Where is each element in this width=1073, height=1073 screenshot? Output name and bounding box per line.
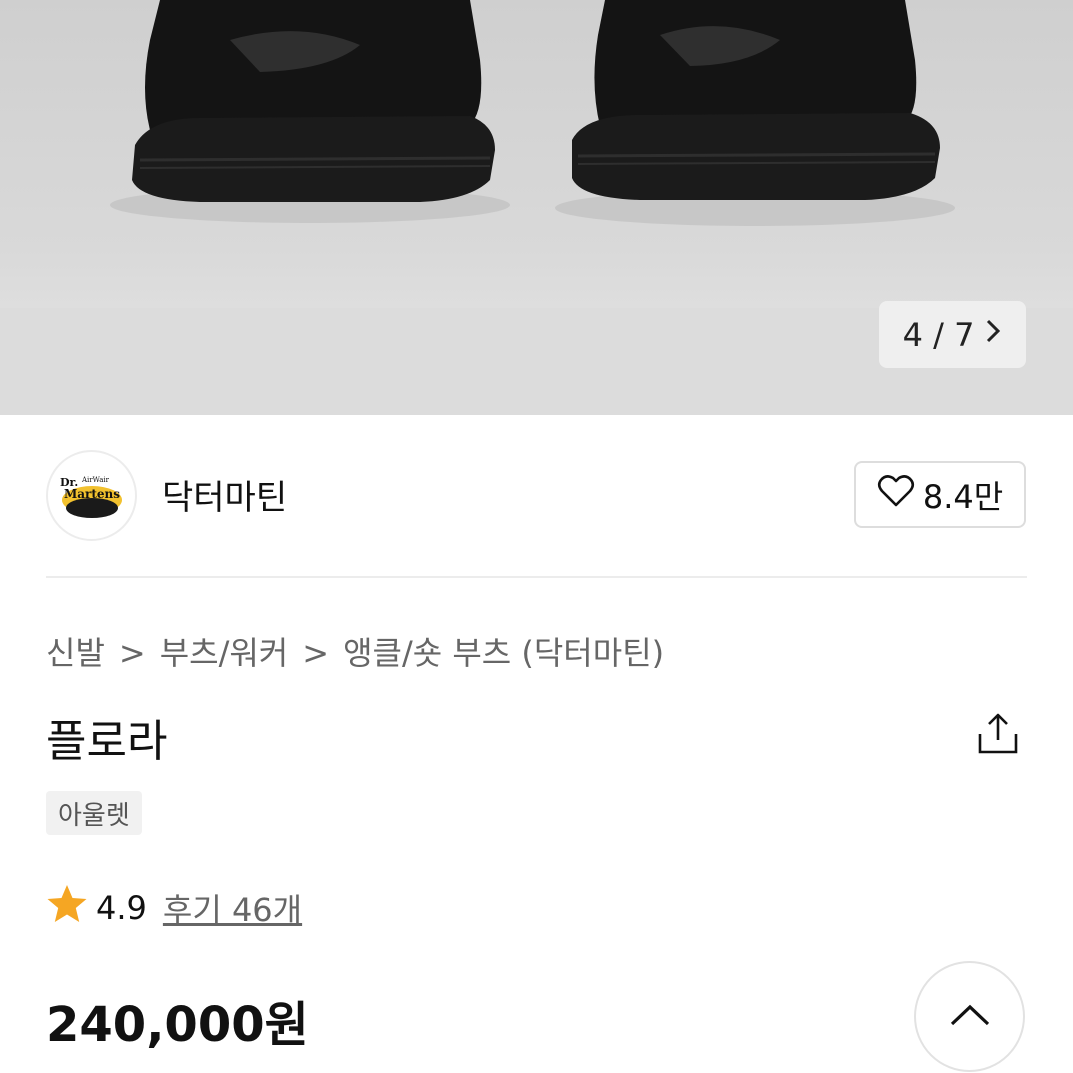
rating-row: 4.9 후기 46개 [46, 884, 302, 932]
breadcrumb-item[interactable]: 부츠/워커 [160, 634, 289, 672]
product-image[interactable]: 4 / 7 [0, 0, 1073, 415]
heart-outline-icon [877, 474, 915, 516]
breadcrumb-separator: > [118, 634, 146, 672]
product-title: 플로라 [46, 716, 168, 767]
star-icon [46, 884, 88, 932]
scroll-top-button[interactable] [914, 961, 1025, 1072]
rating-score: 4.9 [96, 889, 147, 927]
breadcrumb-separator: > [302, 634, 330, 672]
breadcrumb: 신발 > 부츠/워커 > 앵클/숏 부츠 (닥터마틴) [46, 628, 664, 674]
image-counter[interactable]: 4 / 7 [879, 301, 1026, 368]
reviews-link[interactable]: 후기 46개 [163, 885, 302, 931]
svg-text:Martens: Martens [64, 487, 120, 501]
price: 240,000원 [46, 997, 309, 1053]
svg-text:AirWair: AirWair [81, 476, 110, 484]
like-count: 8.4만 [922, 477, 1004, 516]
chevron-up-icon [948, 1002, 992, 1032]
breadcrumb-item[interactable]: 앵클/숏 부츠 (닥터마틴) [343, 634, 664, 672]
brand-logo[interactable]: Dr. AirWair Martens [46, 450, 137, 541]
chevron-right-icon [984, 317, 1002, 352]
like-button[interactable]: 8.4만 [854, 461, 1026, 528]
breadcrumb-item[interactable]: 신발 [46, 634, 105, 672]
image-counter-text: 4 / 7 [902, 315, 975, 354]
share-icon[interactable] [976, 712, 1020, 756]
outlet-badge: 아울렛 [46, 791, 142, 835]
dr-martens-logo-icon: Dr. AirWair Martens [60, 476, 122, 518]
divider [46, 576, 1027, 578]
brand-name[interactable]: 닥터마틴 [162, 470, 287, 519]
